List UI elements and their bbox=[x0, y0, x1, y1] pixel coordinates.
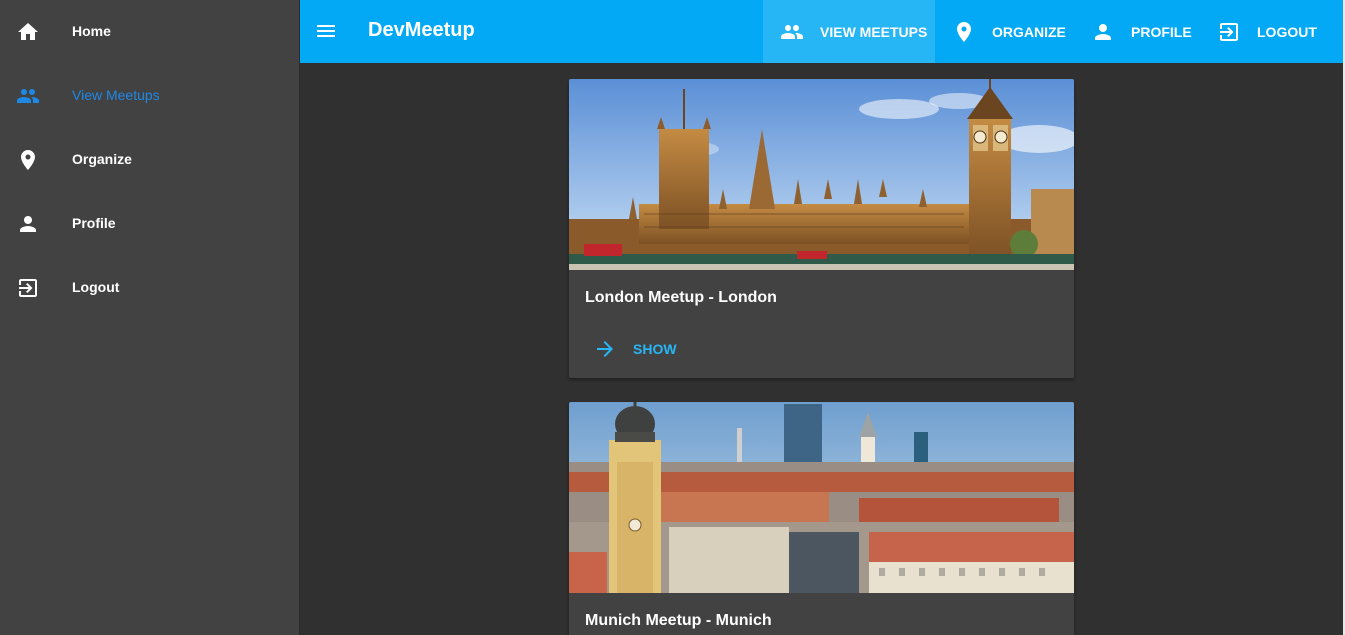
toolbar-button-label: LOGOUT bbox=[1257, 23, 1317, 40]
exit-to-app-icon bbox=[1220, 22, 1238, 41]
location-pin-icon bbox=[957, 21, 971, 42]
navigation-drawer: Home View Meetups Organize Profile Logou… bbox=[0, 0, 300, 635]
toolbar-view-meetups-button[interactable]: VIEW MEETUPS bbox=[763, 0, 935, 63]
sidebar-item-label: Logout bbox=[72, 279, 120, 295]
person-icon bbox=[20, 216, 36, 232]
home-icon bbox=[18, 23, 38, 40]
arrow-forward-icon bbox=[597, 341, 613, 357]
munich-city-photo bbox=[569, 402, 1074, 593]
app-title[interactable]: DevMeetup bbox=[368, 19, 475, 42]
sidebar-item-label: Profile bbox=[72, 215, 116, 231]
exit-to-app-icon bbox=[19, 279, 37, 297]
sidebar-item-label: Home bbox=[72, 23, 111, 39]
sidebar-item-label: Organize bbox=[72, 151, 132, 167]
meetup-card-munich: Munich Meetup - Munich bbox=[569, 402, 1074, 635]
sidebar-item-logout[interactable]: Logout bbox=[0, 256, 299, 320]
london-parliament-photo bbox=[569, 79, 1074, 270]
people-icon bbox=[781, 24, 803, 39]
menu-icon[interactable] bbox=[314, 19, 338, 43]
person-icon bbox=[1095, 23, 1111, 40]
sidebar-item-organize[interactable]: Organize bbox=[0, 128, 299, 192]
sidebar-item-home[interactable]: Home bbox=[0, 0, 299, 64]
location-pin-icon bbox=[21, 150, 35, 170]
meetup-title: London Meetup - London bbox=[585, 289, 777, 306]
sidebar-item-profile[interactable]: Profile bbox=[0, 192, 299, 256]
show-button-label: SHOW bbox=[633, 341, 677, 357]
toolbar-logout-button[interactable]: LOGOUT bbox=[1217, 0, 1317, 63]
sidebar-item-view-meetups[interactable]: View Meetups bbox=[0, 64, 299, 128]
toolbar-organize-button[interactable]: ORGANIZE bbox=[952, 0, 1066, 63]
app-toolbar: DevMeetup VIEW MEETUPS ORGANIZE PROFILE … bbox=[300, 0, 1343, 63]
show-meetup-button[interactable]: SHOW bbox=[585, 331, 685, 367]
sidebar-item-label: View Meetups bbox=[72, 87, 160, 103]
meetup-title: Munich Meetup - Munich bbox=[585, 612, 772, 629]
people-icon bbox=[17, 89, 39, 103]
toolbar-button-label: ORGANIZE bbox=[992, 23, 1066, 40]
meetup-card-london: London Meetup - London SHOW bbox=[569, 79, 1074, 378]
toolbar-button-label: VIEW MEETUPS bbox=[820, 23, 928, 40]
toolbar-profile-button[interactable]: PROFILE bbox=[1091, 0, 1192, 63]
toolbar-button-label: PROFILE bbox=[1131, 23, 1192, 40]
